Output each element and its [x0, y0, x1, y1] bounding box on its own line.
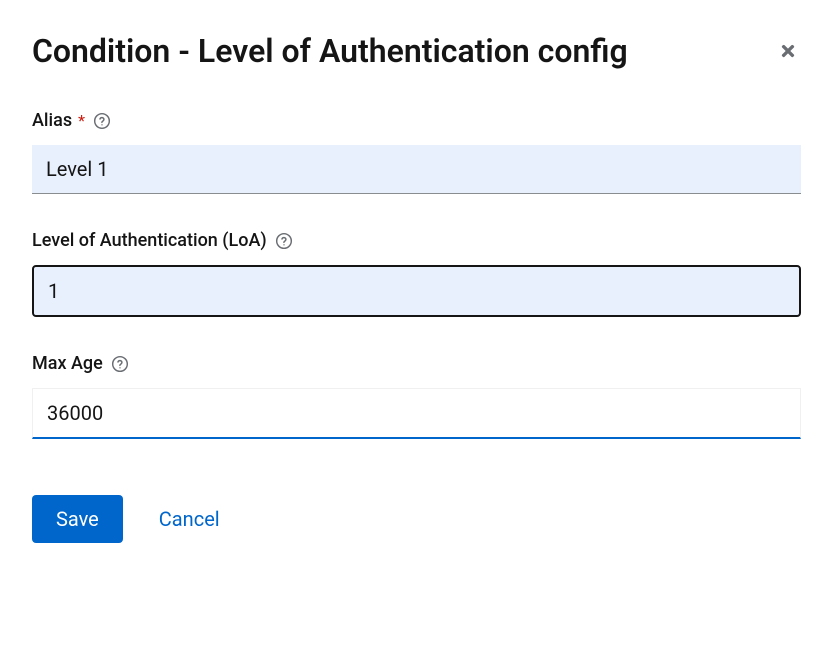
help-icon[interactable] [275, 232, 293, 250]
max-age-label-row: Max Age [32, 353, 801, 374]
dialog-title: Condition - Level of Authentication conf… [32, 32, 628, 70]
loa-label-row: Level of Authentication (LoA) [32, 230, 801, 251]
loa-input[interactable] [32, 265, 801, 317]
help-icon[interactable] [111, 355, 129, 373]
max-age-label: Max Age [32, 353, 103, 374]
close-icon [779, 42, 797, 63]
help-icon[interactable] [93, 112, 111, 130]
alias-input[interactable] [32, 145, 801, 194]
alias-label: Alias [32, 110, 72, 131]
alias-field-group: Alias * [32, 110, 801, 194]
alias-label-row: Alias * [32, 110, 801, 131]
close-button[interactable] [775, 38, 801, 67]
button-row: Save Cancel [32, 495, 801, 543]
cancel-button[interactable]: Cancel [151, 495, 228, 543]
dialog-header: Condition - Level of Authentication conf… [32, 32, 801, 70]
save-button[interactable]: Save [32, 495, 123, 543]
max-age-field-group: Max Age [32, 353, 801, 439]
loa-label: Level of Authentication (LoA) [32, 230, 267, 251]
max-age-input[interactable] [32, 388, 801, 439]
required-indicator: * [78, 111, 85, 130]
loa-field-group: Level of Authentication (LoA) [32, 230, 801, 317]
